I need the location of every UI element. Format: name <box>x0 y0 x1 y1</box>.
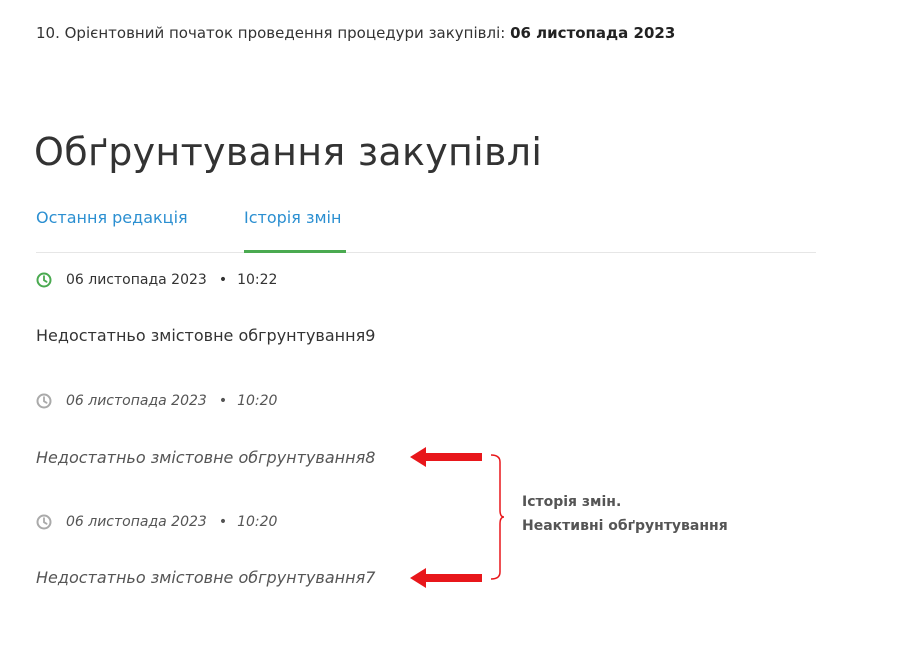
entry-date: 06 листопада 2023 <box>66 393 207 409</box>
entry-meta: 06 листопада 2023 • 10:20 <box>36 514 277 530</box>
entry-text: Недостатньо змістовне обгрунтування8 <box>36 448 376 467</box>
entry-text: Недостатньо змістовне обгрунтування7 <box>36 568 376 587</box>
tab-change-history-label: Історія змін <box>244 208 342 227</box>
notice-date: 06 листопада 2023 <box>510 24 676 42</box>
entry-time: 10:20 <box>237 514 278 530</box>
entry-separator: • <box>218 393 228 409</box>
annotation: Історія змін. Неактивні обґрунтування <box>522 490 728 538</box>
entry-meta: 06 листопада 2023 • 10:22 <box>36 272 277 288</box>
curly-bracket <box>490 454 504 580</box>
clock-icon <box>36 272 52 288</box>
entry-time: 10:20 <box>237 393 278 409</box>
entry-separator: • <box>218 514 228 530</box>
notice-label: 10. Орієнтовний початок проведення проце… <box>36 24 511 42</box>
procurement-start-notice: 10. Орієнтовний початок проведення проце… <box>36 24 675 42</box>
entry-meta: 06 листопада 2023 • 10:20 <box>36 393 277 409</box>
entry-text: Недостатньо змістовне обгрунтування9 <box>36 326 376 345</box>
page-title: Обґрунтування закупівлі <box>34 130 543 174</box>
entry-separator: • <box>218 272 228 288</box>
arrow-left-icon <box>410 447 482 467</box>
page: 10. Орієнтовний початок проведення проце… <box>0 0 910 656</box>
annotation-line2: Неактивні обґрунтування <box>522 518 728 534</box>
clock-icon <box>36 514 52 530</box>
entry-date: 06 листопада 2023 <box>66 514 207 530</box>
tab-latest-revision[interactable]: Остання редакція <box>36 208 188 252</box>
annotation-line1: Історія змін. <box>522 494 622 510</box>
clock-icon <box>36 393 52 409</box>
tab-bar: Остання редакція Історія змін <box>36 208 816 253</box>
active-tab-indicator <box>244 250 346 253</box>
entry-date: 06 листопада 2023 <box>66 272 207 288</box>
tab-change-history[interactable]: Історія змін <box>244 208 346 253</box>
arrow-left-icon <box>410 568 482 588</box>
entry-time: 10:22 <box>237 272 278 288</box>
